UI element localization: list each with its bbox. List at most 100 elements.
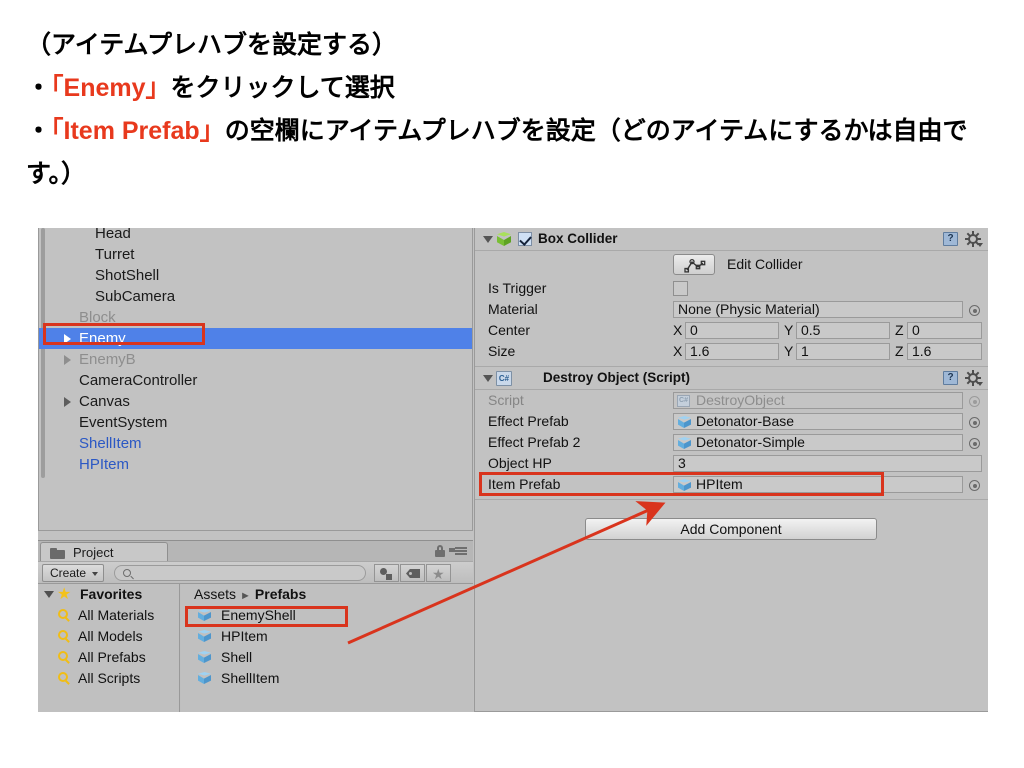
favorites-item-all-materials[interactable]: All Materials: [38, 605, 179, 626]
hierarchy-list: Head Turret ShotShell SubCamera Block En…: [39, 228, 472, 475]
search-input[interactable]: [114, 565, 366, 581]
effect-prefab-row: Effect Prefab Detonator-Base: [475, 411, 988, 432]
edit-collider-button[interactable]: [673, 254, 715, 275]
center-y-field[interactable]: 0.5: [796, 322, 890, 339]
box-collider-header[interactable]: Box Collider ?: [475, 228, 988, 251]
asset-item-label: Shell: [221, 649, 253, 665]
left-column: Head Turret ShotShell SubCamera Block En…: [38, 228, 473, 712]
center-x-field[interactable]: 0: [685, 322, 779, 339]
shapes-filter-icon[interactable]: [374, 564, 399, 582]
add-component-area: Add Component: [475, 500, 988, 560]
hierarchy-item-label: HPItem: [79, 456, 130, 473]
search-icon: [58, 609, 68, 619]
enemy-highlight-box: [43, 323, 205, 345]
favorites-item-all-models[interactable]: All Models: [38, 626, 179, 647]
object-picker-icon[interactable]: [969, 305, 980, 316]
create-button-label: Create: [50, 566, 87, 580]
hierarchy-item-enemyb[interactable]: EnemyB: [39, 349, 472, 370]
hierarchy-item-label: SubCamera: [95, 288, 176, 305]
panel-menu-icon[interactable]: [449, 547, 467, 556]
object-picker-icon[interactable]: [969, 396, 980, 407]
center-z-field[interactable]: 0: [907, 322, 982, 339]
prefab-cube-icon: [197, 630, 212, 643]
object-picker-icon[interactable]: [969, 417, 980, 428]
chevron-down-icon: [92, 572, 98, 576]
help-icon[interactable]: ?: [943, 371, 958, 385]
hierarchy-item-hpitem[interactable]: HPItem: [39, 454, 472, 475]
lock-icon[interactable]: [435, 545, 445, 557]
material-field[interactable]: None (Physic Material): [673, 301, 963, 318]
box-collider-enabled-checkbox[interactable]: [518, 232, 532, 246]
object-hp-label: Object HP: [488, 455, 552, 471]
size-z-field[interactable]: 1.6: [907, 343, 982, 360]
tag-filter-icon[interactable]: [400, 564, 425, 582]
effect-prefab-field[interactable]: Detonator-Base: [673, 413, 963, 430]
hierarchy-item-eventsystem[interactable]: EventSystem: [39, 412, 472, 433]
favorites-column: ★ Favorites All Materials All Models All…: [38, 584, 180, 712]
favorite-filter-icon[interactable]: ★: [426, 564, 451, 582]
collapse-triangle-icon[interactable]: [44, 591, 54, 598]
search-icon: [123, 569, 131, 577]
prefab-cube-icon: [197, 651, 212, 664]
favorites-item-all-prefabs[interactable]: All Prefabs: [38, 647, 179, 668]
project-panel: Project Create ★ ★ Favorites All Materia…: [38, 540, 473, 712]
hierarchy-item-cameracontroller[interactable]: CameraController: [39, 370, 472, 391]
expand-triangle-icon[interactable]: [64, 355, 71, 365]
collapse-triangle-icon[interactable]: [483, 375, 493, 382]
is-trigger-checkbox[interactable]: [673, 281, 688, 296]
effect-prefab-2-field[interactable]: Detonator-Simple: [673, 434, 963, 451]
favorites-header[interactable]: ★ Favorites: [38, 584, 179, 605]
edit-collider-row: Edit Collider: [475, 251, 988, 278]
script-row: Script C# DestroyObject: [475, 390, 988, 411]
hierarchy-panel[interactable]: Head Turret ShotShell SubCamera Block En…: [38, 228, 473, 531]
favorites-item-all-scripts[interactable]: All Scripts: [38, 668, 179, 689]
object-picker-icon[interactable]: [969, 480, 980, 491]
tab-project[interactable]: Project: [40, 542, 168, 562]
slide-instruction-text: （アイテムプレハブを設定する） ・ 「Enemy」をクリックして選択 ・「Item…: [26, 24, 1006, 196]
destroy-object-header[interactable]: C# Destroy Object (Script) ?: [475, 367, 988, 390]
breadcrumb-separator-icon: ►: [240, 590, 251, 602]
hierarchy-item-shotshell[interactable]: ShotShell: [39, 265, 472, 286]
hierarchy-item-subcamera[interactable]: SubCamera: [39, 286, 472, 307]
asset-item-shellitem[interactable]: ShellItem: [181, 668, 473, 689]
collapse-triangle-icon[interactable]: [483, 236, 493, 243]
slide-line-2-rest: をクリックして選択: [170, 74, 395, 102]
create-button[interactable]: Create: [42, 564, 104, 582]
breadcrumb-root[interactable]: Assets: [194, 586, 236, 602]
hierarchy-item-shellitem[interactable]: ShellItem: [39, 433, 472, 454]
asset-item-hpitem[interactable]: HPItem: [181, 626, 473, 647]
size-x-field[interactable]: 1.6: [685, 343, 779, 360]
object-hp-field[interactable]: 3: [673, 455, 982, 472]
add-component-button[interactable]: Add Component: [585, 518, 877, 540]
size-z-axis-label: Z: [895, 343, 904, 359]
help-icon[interactable]: ?: [943, 232, 958, 246]
edit-collider-label: Edit Collider: [727, 256, 803, 272]
favorites-item-label: All Prefabs: [78, 649, 146, 665]
slide-line-2-highlight: 「Enemy」: [51, 74, 171, 102]
effect-prefab-label: Effect Prefab: [488, 413, 569, 429]
prefab-cube-icon: [677, 416, 692, 429]
folder-icon: [50, 548, 65, 559]
asset-item-shell[interactable]: Shell: [181, 647, 473, 668]
slide-line-3-highlight: 「Item Prefab」: [51, 117, 225, 145]
slide-line-3: ・「Item Prefab」の空欄にアイテムプレハブを設定（どのアイテムにするか…: [26, 110, 1006, 196]
hierarchy-item-label: EnemyB: [79, 351, 136, 368]
object-picker-icon[interactable]: [969, 438, 980, 449]
gear-icon[interactable]: [965, 370, 983, 386]
slide-line-1-part-1: （アイテムプレハブを設定する）: [26, 31, 398, 59]
hierarchy-item-canvas[interactable]: Canvas: [39, 391, 472, 412]
expand-triangle-icon[interactable]: [64, 397, 71, 407]
slide-line-3-bullet: ・: [26, 117, 52, 145]
script-field[interactable]: C# DestroyObject: [673, 392, 963, 409]
effect-prefab-2-label: Effect Prefab 2: [488, 434, 581, 450]
size-y-field[interactable]: 1: [796, 343, 890, 360]
effect-prefab-2-value: Detonator-Simple: [696, 434, 805, 450]
favorites-item-label: All Materials: [78, 607, 155, 623]
project-tab-bar: Project: [38, 540, 473, 562]
material-row: Material None (Physic Material): [475, 299, 988, 320]
hierarchy-item-turret[interactable]: Turret: [39, 244, 472, 265]
gear-icon[interactable]: [965, 231, 983, 247]
assets-column: Assets►Prefabs EnemyShell HPItem Shell: [181, 584, 473, 712]
breadcrumb-current[interactable]: Prefabs: [255, 586, 306, 602]
hierarchy-item-head[interactable]: Head: [39, 228, 472, 244]
